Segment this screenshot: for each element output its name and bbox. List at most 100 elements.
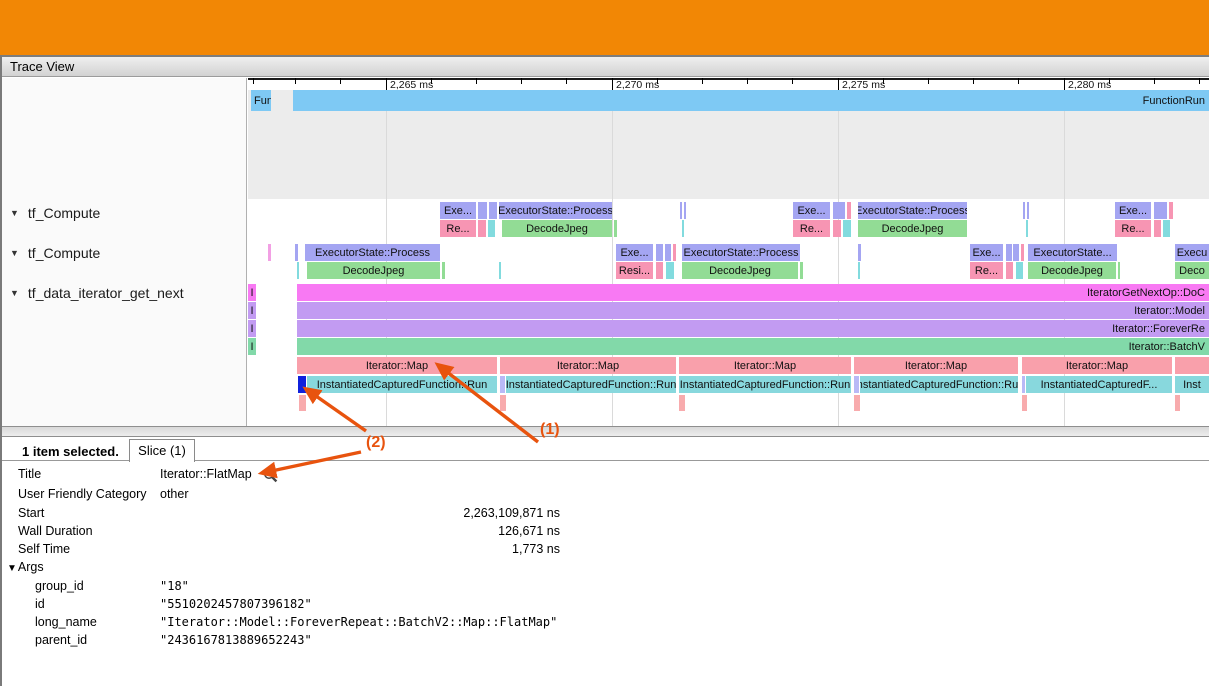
collapse-arrow-icon[interactable]: ▼ <box>10 288 19 298</box>
magnifier-icon[interactable] <box>263 468 278 483</box>
trace-slice[interactable] <box>1175 395 1180 411</box>
trace-slice[interactable] <box>1022 376 1025 393</box>
trace-slice[interactable] <box>1021 244 1024 261</box>
trace-slice[interactable] <box>1175 357 1209 374</box>
trace-slice[interactable]: Execu <box>1175 244 1209 261</box>
trace-slice[interactable]: Resi... <box>616 262 653 279</box>
trace-slice[interactable] <box>499 262 501 279</box>
trace-slice[interactable] <box>858 262 860 279</box>
trace-slice[interactable] <box>682 220 684 237</box>
trace-slice[interactable] <box>666 262 674 279</box>
expand-arrow-icon[interactable]: ▼ <box>7 563 17 574</box>
trace-slice[interactable] <box>854 395 860 411</box>
trace-slice[interactable] <box>1154 220 1161 237</box>
trace-slice[interactable]: InstantiatedCapturedF... <box>1026 376 1172 393</box>
trace-slice[interactable] <box>1163 220 1170 237</box>
trace-slice[interactable]: Re... <box>970 262 1003 279</box>
trace-slice[interactable]: DecodeJpeg <box>1028 262 1116 279</box>
trace-slice[interactable] <box>679 395 685 411</box>
trace-slice[interactable]: Exe... <box>616 244 653 261</box>
trace-slice[interactable] <box>800 262 803 279</box>
trace-slice[interactable]: Iterator::BatchV <box>297 338 1209 355</box>
trace-slice[interactable] <box>297 262 299 279</box>
trace-slice[interactable] <box>673 244 676 261</box>
trace-slice[interactable] <box>858 244 861 261</box>
trace-slice[interactable] <box>1154 202 1167 219</box>
trace-slice[interactable]: DecodeJpeg <box>307 262 440 279</box>
trace-slice[interactable] <box>268 244 271 261</box>
trace-slice[interactable]: ExecutorState::Process <box>305 244 440 261</box>
trace-slice[interactable]: Exe... <box>1115 202 1151 219</box>
trace-slice[interactable]: I <box>248 320 256 337</box>
tab-slice[interactable]: Slice (1) <box>129 439 195 462</box>
trace-slice[interactable]: InstantiatedCapturedFunction::Run <box>860 376 1018 393</box>
trace-slice[interactable] <box>843 220 851 237</box>
trace-slice[interactable]: FunctionRun <box>293 90 1209 111</box>
trace-slice[interactable]: Iterator::Map <box>297 357 497 374</box>
trace-slice[interactable] <box>680 202 682 219</box>
trace-slice[interactable] <box>665 244 671 261</box>
trace-slice[interactable]: Exe... <box>440 202 476 219</box>
collapse-arrow-icon[interactable]: ▼ <box>10 208 19 218</box>
trace-slice[interactable]: Iterator::ForeverRe <box>297 320 1209 337</box>
trace-slice[interactable] <box>295 244 298 261</box>
trace-slice[interactable] <box>488 220 495 237</box>
trace-slice[interactable] <box>500 395 506 411</box>
trace-slice[interactable]: DecodeJpeg <box>682 262 798 279</box>
args-section-toggle[interactable]: ▼Args <box>7 560 44 578</box>
trace-slice[interactable] <box>1027 202 1029 219</box>
trace-slice[interactable] <box>1118 262 1120 279</box>
trace-slice[interactable]: InstantiatedCapturedFunction::Run <box>506 376 676 393</box>
sidebar-track-tf-compute-2[interactable]: ▼ tf_Compute <box>10 245 100 261</box>
trace-slice[interactable]: I <box>248 302 256 319</box>
trace-slice[interactable] <box>614 220 617 237</box>
trace-slice[interactable] <box>478 202 487 219</box>
trace-slice[interactable]: DecodeJpeg <box>858 220 967 237</box>
trace-slice[interactable]: Re... <box>793 220 830 237</box>
sidebar-track-tf-compute-1[interactable]: ▼ tf_Compute <box>10 205 100 221</box>
trace-slice[interactable]: InstantiatedCapturedFunction::Run <box>307 376 497 393</box>
trace-slice[interactable]: Inst <box>1175 376 1209 393</box>
trace-slice[interactable]: IteratorGetNextOp::DoC <box>297 284 1209 301</box>
trace-slice[interactable]: DecodeJpeg <box>502 220 612 237</box>
trace-slice[interactable]: ExecutorState::Process <box>499 202 612 219</box>
trace-slice[interactable]: Iterator::Map <box>1022 357 1172 374</box>
collapse-arrow-icon[interactable]: ▼ <box>10 248 19 258</box>
sidebar-track-iterator-get-next[interactable]: ▼ tf_data_iterator_get_next <box>10 285 184 301</box>
trace-slice[interactable]: InstantiatedCapturedFunction::Run <box>679 376 851 393</box>
trace-slice[interactable] <box>684 202 686 219</box>
trace-slice[interactable] <box>833 220 841 237</box>
trace-slice[interactable] <box>854 376 859 393</box>
trace-slice[interactable]: Iterator::Map <box>500 357 676 374</box>
trace-slice[interactable] <box>656 262 663 279</box>
trace-slice[interactable]: Exe... <box>793 202 830 219</box>
trace-slice[interactable] <box>1006 262 1013 279</box>
trace-slice[interactable] <box>500 376 505 393</box>
trace-slice[interactable]: Iterator::Model <box>297 302 1209 319</box>
trace-slice[interactable] <box>1026 220 1028 237</box>
trace-slice[interactable] <box>299 395 306 411</box>
trace-slice[interactable] <box>298 376 306 393</box>
trace-slice[interactable]: Iterator::Map <box>854 357 1018 374</box>
trace-slice[interactable] <box>1169 202 1173 219</box>
trace-slice[interactable]: ExecutorState... <box>1028 244 1117 261</box>
trace-slice[interactable] <box>1022 395 1027 411</box>
trace-slice[interactable] <box>478 220 486 237</box>
trace-slice[interactable]: ExecutorState::Process <box>682 244 800 261</box>
trace-slice[interactable] <box>656 244 663 261</box>
trace-slice[interactable]: ExecutorState::Process <box>858 202 967 219</box>
trace-slice[interactable]: Deco <box>1175 262 1209 279</box>
trace-slice[interactable] <box>833 202 845 219</box>
trace-slice[interactable] <box>1016 262 1023 279</box>
trace-slice[interactable] <box>1013 244 1019 261</box>
trace-slice[interactable]: Re... <box>440 220 476 237</box>
trace-slice[interactable] <box>489 202 497 219</box>
trace-slice[interactable]: Re... <box>1115 220 1151 237</box>
trace-slice[interactable] <box>442 262 445 279</box>
trace-slice[interactable]: Fun <box>251 90 271 111</box>
trace-slice[interactable]: I <box>248 284 256 301</box>
trace-slice[interactable]: Exe... <box>970 244 1003 261</box>
trace-slice[interactable] <box>1006 244 1012 261</box>
trace-slice[interactable] <box>847 202 851 219</box>
trace-slice[interactable]: Iterator::Map <box>679 357 851 374</box>
